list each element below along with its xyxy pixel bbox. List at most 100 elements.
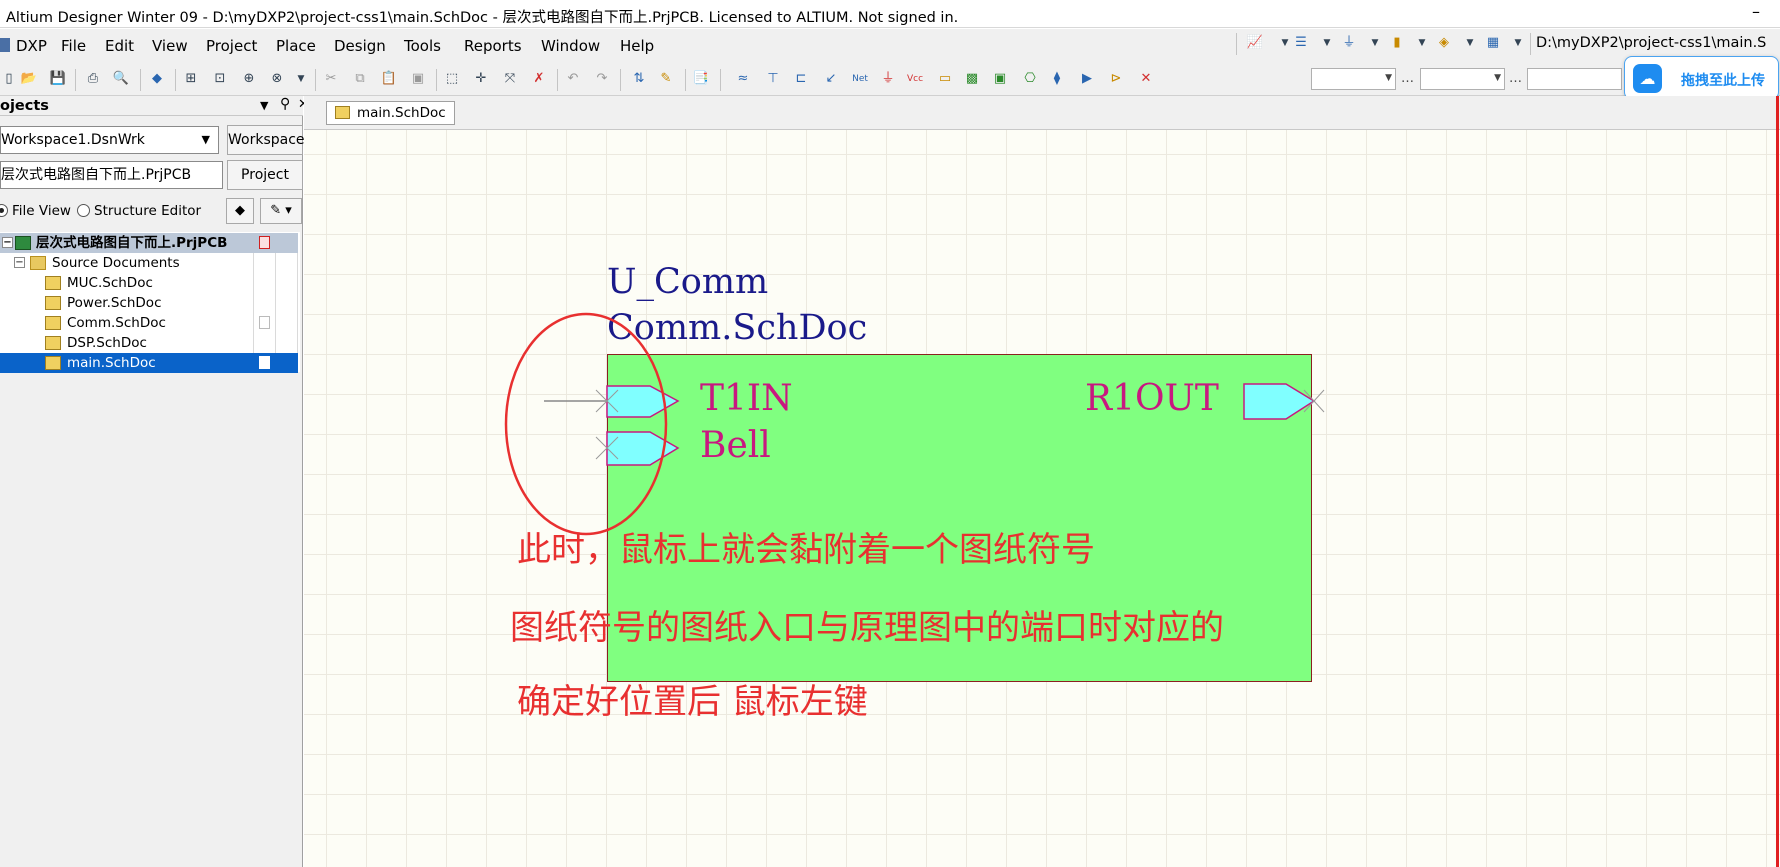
wire-icon[interactable]: ≈ xyxy=(734,70,752,88)
schdoc-icon xyxy=(45,276,61,290)
tab-main-schdoc[interactable]: main.SchDoc xyxy=(326,101,455,125)
chevron-down-icon[interactable]: ▼ xyxy=(1509,34,1527,52)
options-icon[interactable]: ✎ ▾ xyxy=(260,198,302,224)
toolbar-separator xyxy=(75,69,76,91)
workspace-select[interactable]: Workspace1.DsnWrk ▼ xyxy=(0,126,219,154)
print-preview-icon[interactable]: 🔍 xyxy=(112,70,130,88)
grid-icon[interactable]: ▦ xyxy=(1484,34,1502,52)
library-icon[interactable]: 📑 xyxy=(692,70,710,88)
upload-button[interactable]: ☁ 拖拽至此上传 xyxy=(1624,56,1779,100)
menu-bar: DXP File Edit View Project Place Design … xyxy=(0,29,1780,61)
annotation-line-1: 此时，鼠标上就会黏附着一个图纸符号 xyxy=(517,530,1095,570)
menu-help[interactable]: Help xyxy=(620,37,654,55)
combo-2-more[interactable]: … xyxy=(1509,71,1522,86)
cut-icon[interactable]: ✂ xyxy=(322,70,340,88)
copy-icon[interactable]: ⧉ xyxy=(351,70,369,88)
menu-file[interactable]: File xyxy=(61,37,86,55)
zoom-icon[interactable]: ⊗ xyxy=(268,70,286,88)
chevron-down-icon[interactable]: ▼ xyxy=(1413,34,1431,52)
annotation-line-3: 确定好位置后 鼠标左键 xyxy=(517,682,868,722)
menu-place[interactable]: Place xyxy=(276,37,316,55)
rubber-stamp-icon[interactable]: ▣ xyxy=(409,70,427,88)
tree-row-document[interactable]: DSP.SchDoc xyxy=(0,333,298,353)
select-area-icon[interactable]: ⬚ xyxy=(443,70,461,88)
combo-2[interactable]: ▼ xyxy=(1420,68,1505,90)
menu-window[interactable]: Window xyxy=(541,37,600,55)
place-part-icon[interactable]: ▭ xyxy=(936,70,954,88)
hierarchy-icon[interactable]: ⇅ xyxy=(630,70,648,88)
chevron-down-icon[interactable]: ▼ xyxy=(1461,34,1479,52)
cross-probe-icon[interactable]: ✎ xyxy=(657,70,675,88)
bus-icon[interactable]: ⊤ xyxy=(764,70,782,88)
net-label-icon[interactable]: Net xyxy=(848,70,872,88)
menu-dxp[interactable]: DXP xyxy=(16,37,47,55)
tree-row-project[interactable]: − 层次式电路图自下而上.PrjPCB xyxy=(0,233,298,253)
new-icon[interactable]: ▯ xyxy=(0,70,18,88)
file-view-radio[interactable]: File View xyxy=(0,203,71,219)
sheet-symbol-icon[interactable]: ▩ xyxy=(963,70,981,88)
chevron-down-icon[interactable]: ▼ xyxy=(1366,34,1384,52)
workspace-button[interactable]: Workspace xyxy=(227,125,305,155)
compile-icon[interactable]: ◆ xyxy=(226,198,254,224)
open-icon[interactable]: 📂 xyxy=(20,70,38,88)
port-icon[interactable]: ⊳ xyxy=(1107,70,1125,88)
harness-connector-icon[interactable]: ⧫ xyxy=(1048,70,1066,88)
column-divider xyxy=(253,333,254,353)
align-icon[interactable]: ☰ xyxy=(1292,34,1310,52)
menu-tools[interactable]: Tools xyxy=(404,37,441,55)
panel-menu-icon[interactable]: ▼ xyxy=(260,99,268,112)
paste-icon[interactable]: 📋 xyxy=(380,70,398,88)
gnd-port-icon[interactable]: ⏚ xyxy=(879,70,897,88)
harness-entry-icon[interactable]: ▶ xyxy=(1078,70,1096,88)
probe-icon[interactable]: ▮ xyxy=(1388,34,1406,52)
tree-row-folder[interactable]: − Source Documents xyxy=(0,253,298,273)
menu-reports[interactable]: Reports xyxy=(464,37,522,55)
zoom-fit-icon[interactable]: ⊞ xyxy=(182,70,200,88)
combo-3[interactable] xyxy=(1527,68,1622,90)
combo-1-more[interactable]: … xyxy=(1401,71,1414,86)
move-icon[interactable]: ✛ xyxy=(472,70,490,88)
tree-row-document[interactable]: MUC.SchDoc xyxy=(0,273,298,293)
schematic-canvas[interactable]: U_Comm Comm.SchDoc T1IN Bell R1OUT 此时，鼠标… xyxy=(304,130,1780,867)
undo-icon[interactable]: ↶ xyxy=(564,70,582,88)
window-title: Altium Designer Winter 09 - D:\myDXP2\pr… xyxy=(6,10,959,26)
zoom-selected-icon[interactable]: ⊕ xyxy=(240,70,258,88)
sheet-entry-icon[interactable]: ▣ xyxy=(991,70,1009,88)
menu-project[interactable]: Project xyxy=(206,37,257,55)
layers-icon[interactable]: ◆ xyxy=(148,70,166,88)
structure-editor-label: Structure Editor xyxy=(94,203,202,219)
graph-icon[interactable]: 📈 xyxy=(1246,34,1264,52)
vcc-port-icon[interactable]: Vcc xyxy=(906,70,924,88)
redo-icon[interactable]: ↷ xyxy=(593,70,611,88)
save-icon[interactable]: 💾 xyxy=(49,70,67,88)
chevron-down-icon[interactable]: ▼ xyxy=(1318,34,1336,52)
bus-entry-icon[interactable]: ⊏ xyxy=(792,70,810,88)
menu-view[interactable]: View xyxy=(152,37,188,55)
pin-icon[interactable]: ⚲ xyxy=(280,96,290,112)
tree-row-document-selected[interactable]: main.SchDoc xyxy=(0,353,298,373)
device-sheet-icon[interactable]: ⎔ xyxy=(1021,70,1039,88)
collapse-icon[interactable]: − xyxy=(14,257,25,268)
tree-row-document[interactable]: Power.SchDoc xyxy=(0,293,298,313)
project-button[interactable]: Project xyxy=(227,160,303,190)
select-icon[interactable]: ⤧ xyxy=(501,70,519,88)
diamond-icon[interactable]: ◈ xyxy=(1435,34,1453,52)
folder-icon xyxy=(30,256,46,270)
signal-harness-icon[interactable]: ↙ xyxy=(822,70,840,88)
no-erc-icon[interactable]: ✕ xyxy=(1137,70,1155,88)
chevron-down-icon[interactable]: ▼ xyxy=(292,70,310,88)
menu-design[interactable]: Design xyxy=(334,37,386,55)
collapse-icon[interactable]: − xyxy=(2,237,13,248)
ground-icon[interactable]: ⏚ xyxy=(1340,34,1358,52)
tree-row-document[interactable]: Comm.SchDoc xyxy=(0,313,298,333)
deselect-icon[interactable]: ✗ xyxy=(530,70,548,88)
minimize-button[interactable]: – xyxy=(1752,2,1760,21)
menu-edit[interactable]: Edit xyxy=(105,37,134,55)
structure-editor-radio[interactable]: Structure Editor xyxy=(77,203,201,219)
tab-label: main.SchDoc xyxy=(357,105,446,121)
combo-1[interactable]: ▼ xyxy=(1311,68,1396,90)
project-field[interactable]: 层次式电路图自下而上.PrjPCB xyxy=(0,161,223,189)
print-icon[interactable]: ⎙ xyxy=(84,70,102,88)
sheet-entry-r1out[interactable] xyxy=(1243,383,1316,420)
zoom-area-icon[interactable]: ⊡ xyxy=(211,70,229,88)
